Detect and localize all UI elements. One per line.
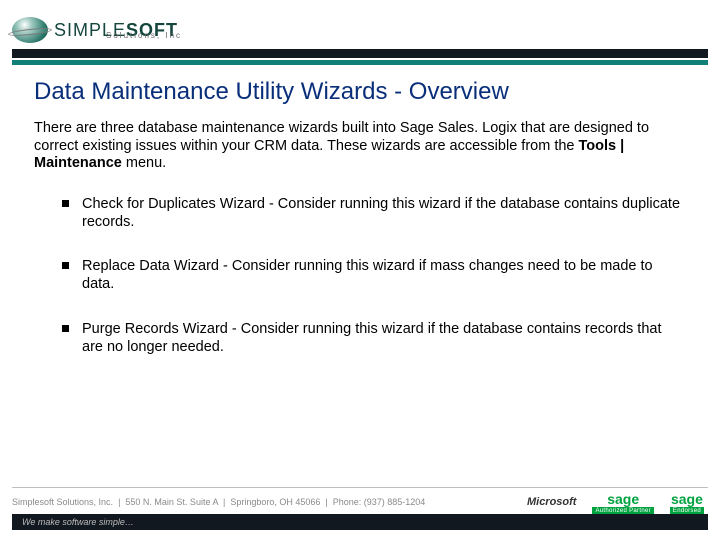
slide-title: Data Maintenance Utility Wizards - Overv…	[34, 78, 692, 106]
logo-sphere-icon	[12, 17, 48, 43]
intro-text-post: menu.	[122, 155, 166, 171]
tagline-text: We make software simple…	[22, 517, 134, 527]
footer-phone: (937) 885-1204	[364, 497, 426, 507]
header-divider-accent	[12, 60, 708, 65]
sage-endorsed-badge: sage Endorsed	[666, 492, 708, 512]
footer-company: Simplesoft Solutions, Inc.	[12, 497, 113, 507]
intro-text-pre: There are three database maintenance wiz…	[34, 120, 649, 154]
header-divider-dark	[12, 49, 708, 58]
bullet-list: Check for Duplicates Wizard - Consider r…	[62, 195, 692, 356]
footer-city: Springboro, OH 45066	[230, 497, 320, 507]
header: SIMPLESOFT	[0, 0, 720, 56]
footer-address: 550 N. Main St. Suite A	[125, 497, 218, 507]
footer-contact: Simplesoft Solutions, Inc. | 550 N. Main…	[12, 497, 425, 507]
intro-paragraph: There are three database maintenance wiz…	[34, 120, 692, 173]
slide-content: Data Maintenance Utility Wizards - Overv…	[34, 78, 692, 382]
list-item: Replace Data Wizard - Consider running t…	[62, 257, 692, 293]
brand-subtitle: Solutions, Inc	[106, 31, 182, 40]
microsoft-partner-badge: Microsoft	[523, 492, 581, 512]
tagline-bar: We make software simple…	[12, 514, 708, 530]
partner-badges: Microsoft sage Authorized Partner sage E…	[523, 492, 708, 512]
footer-phone-label: Phone:	[333, 497, 362, 507]
list-item: Check for Duplicates Wizard - Consider r…	[62, 195, 692, 231]
footer: Simplesoft Solutions, Inc. | 550 N. Main…	[12, 487, 708, 512]
list-item: Purge Records Wizard - Consider running …	[62, 320, 692, 356]
sage-authorized-badge: sage Authorized Partner	[588, 492, 657, 512]
